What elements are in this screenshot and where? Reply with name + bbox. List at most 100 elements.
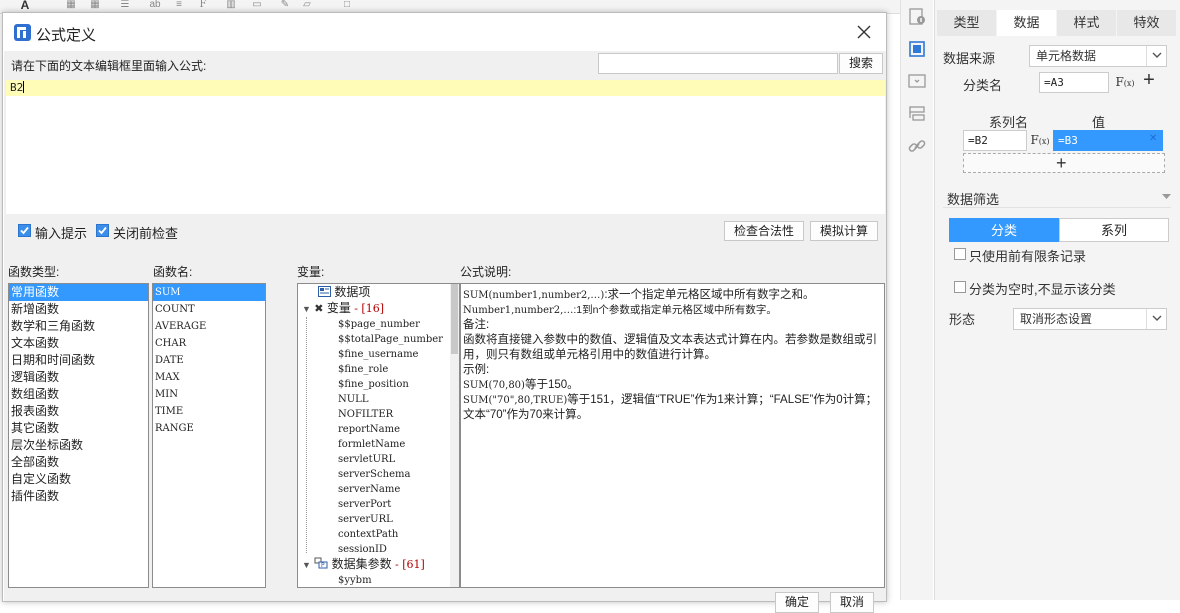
list-item[interactable]: 文本函数 (9, 335, 148, 352)
variable-item[interactable]: serverURL (338, 512, 393, 527)
tree-node-dataset-params[interactable]: ▼ P 数据集参数 - [61] (302, 557, 425, 572)
list-item[interactable]: MIN (153, 386, 265, 403)
widget-icon[interactable] (906, 70, 928, 92)
variable-item[interactable]: NULL (338, 392, 368, 407)
only-limited-checkbox[interactable] (954, 248, 966, 260)
variable-item[interactable]: formletName (338, 437, 405, 452)
variables-scrollbar[interactable] (450, 284, 459, 587)
data-source-select[interactable]: 单元格数据 (1029, 45, 1167, 67)
variable-item[interactable]: $fine_username (338, 347, 418, 362)
variable-item[interactable]: $fine_role (338, 362, 388, 377)
ok-button[interactable]: 确定 (775, 592, 819, 613)
hide-empty-checkbox[interactable] (954, 281, 966, 293)
tab-effect[interactable]: 特效 (1117, 10, 1177, 36)
formula-icon[interactable]: F (196, 0, 210, 12)
delete-series-icon[interactable]: ✕ (1149, 134, 1159, 144)
formula-line[interactable]: B2 (6, 80, 885, 96)
variable-item[interactable]: $$totalPage_number (338, 332, 443, 347)
collapse-icon (1162, 194, 1171, 199)
variable-item[interactable]: servletURL (338, 452, 395, 467)
text-icon[interactable]: ab (148, 0, 162, 12)
hyperlink-icon[interactable] (906, 135, 928, 157)
list-item[interactable]: 报表函数 (9, 403, 148, 420)
category-formula-button[interactable]: F(x) (1114, 72, 1136, 93)
series-name-input[interactable]: =B2 (963, 130, 1027, 151)
cancel-button[interactable]: 取消 (830, 592, 874, 613)
list-item[interactable]: AVERAGE (153, 318, 265, 335)
variable-item[interactable]: reportName (338, 422, 400, 437)
list-item[interactable]: 数学和三角函数 (9, 318, 148, 335)
add-series-button[interactable]: + (963, 153, 1165, 173)
align-icon[interactable]: ≡ (172, 0, 186, 12)
variable-item[interactable]: $yybm (338, 573, 372, 587)
variable-item[interactable]: NOFILTER (338, 407, 393, 422)
border-icon[interactable]: □ (340, 0, 354, 12)
check-before-close-checkbox[interactable] (96, 224, 109, 237)
variable-item[interactable]: serverSchema (338, 467, 410, 482)
cell-element-icon[interactable] (906, 38, 928, 60)
tree-guide-line (306, 317, 307, 553)
check-validity-button[interactable]: 检查合法性 (724, 221, 804, 241)
row-icon[interactable]: ☰ (118, 0, 132, 12)
variable-item[interactable]: sessionID (338, 542, 387, 557)
tree-node-variables[interactable]: ▼ ✖ 变量 - [16] (302, 301, 384, 316)
tab-type[interactable]: 类型 (937, 10, 997, 36)
simulate-calc-button[interactable]: 模拟计算 (810, 221, 878, 241)
list-item[interactable]: 新增函数 (9, 301, 148, 318)
list-item[interactable]: CHAR (153, 335, 265, 352)
list-item[interactable]: COUNT (153, 301, 265, 318)
image-icon[interactable]: ▭ (250, 0, 264, 12)
pen-icon[interactable]: ✎ (278, 0, 292, 12)
category-name-input[interactable]: =A3 (1039, 72, 1109, 93)
list-item[interactable]: MAX (153, 369, 265, 386)
add-category-button[interactable]: + (1139, 70, 1159, 92)
desc-code: SUM(number1,number2,…) (463, 290, 605, 301)
list-item[interactable]: 常用函数 (9, 284, 148, 301)
list-item[interactable]: 其它函数 (9, 420, 148, 437)
shape-select[interactable]: 取消形态设置 (1013, 308, 1167, 330)
list-item[interactable]: 数组函数 (9, 386, 148, 403)
cell-attribute-icon[interactable] (906, 6, 928, 28)
list-item[interactable]: RANGE (153, 420, 265, 437)
grid-icon[interactable]: ▦ (88, 0, 102, 12)
variable-item[interactable]: serverName (338, 482, 400, 497)
chart-icon[interactable]: ▥ (224, 0, 238, 12)
series-formula-button[interactable]: F(x) (1029, 130, 1051, 151)
scrollbar-thumb[interactable] (451, 284, 458, 354)
data-filter-header[interactable]: 数据筛选 (943, 186, 1171, 208)
table-icon[interactable]: ▦ (64, 0, 78, 12)
variable-item[interactable]: $$page_number (338, 317, 420, 332)
formula-description: SUM(number1,number2,…):求一个指定单元格区域中所有数字之和… (460, 283, 885, 588)
tab-style[interactable]: 样式 (1057, 10, 1117, 36)
list-item[interactable]: 逻辑函数 (9, 369, 148, 386)
function-types-list[interactable]: 常用函数 新增函数 数学和三角函数 文本函数 日期和时间函数 逻辑函数 数组函数… (8, 283, 149, 588)
variable-item[interactable]: contextPath (338, 527, 398, 542)
eraser-icon[interactable]: ▱ (300, 0, 314, 12)
font-color-icon[interactable]: A (18, 0, 32, 12)
list-item[interactable]: 插件函数 (9, 488, 148, 505)
list-item[interactable]: SUM (153, 284, 265, 301)
condition-icon[interactable] (906, 103, 928, 125)
variable-item[interactable]: serverPort (338, 497, 391, 512)
expand-arrow-icon[interactable]: ▼ (302, 560, 311, 570)
list-item[interactable]: DATE (153, 352, 265, 369)
list-item[interactable]: 日期和时间函数 (9, 352, 148, 369)
variable-item[interactable]: $fine_position (338, 377, 409, 392)
seg-category[interactable]: 分类 (949, 218, 1059, 242)
seg-series[interactable]: 系列 (1059, 218, 1169, 242)
list-item[interactable]: 自定义函数 (9, 471, 148, 488)
search-button[interactable]: 搜索 (839, 53, 883, 74)
list-item[interactable]: TIME (153, 403, 265, 420)
input-hint-checkbox[interactable] (18, 224, 31, 237)
variables-tree[interactable]: 数据项 ▼ ✖ 变量 - [16] $$page_number $$totalP… (297, 283, 460, 588)
formula-editor[interactable]: B2 (6, 80, 885, 214)
expand-arrow-icon[interactable]: ▼ (302, 304, 311, 314)
search-input[interactable] (598, 53, 838, 74)
tab-data[interactable]: 数据 (997, 10, 1057, 36)
series-value-input[interactable]: =B3 (1053, 130, 1163, 151)
list-item[interactable]: 层次坐标函数 (9, 437, 148, 454)
tree-node-data-item[interactable]: 数据项 (318, 285, 370, 300)
function-names-list[interactable]: SUM COUNT AVERAGE CHAR DATE MAX MIN TIME… (152, 283, 266, 588)
list-item[interactable]: 全部函数 (9, 454, 148, 471)
close-icon[interactable] (856, 24, 872, 40)
